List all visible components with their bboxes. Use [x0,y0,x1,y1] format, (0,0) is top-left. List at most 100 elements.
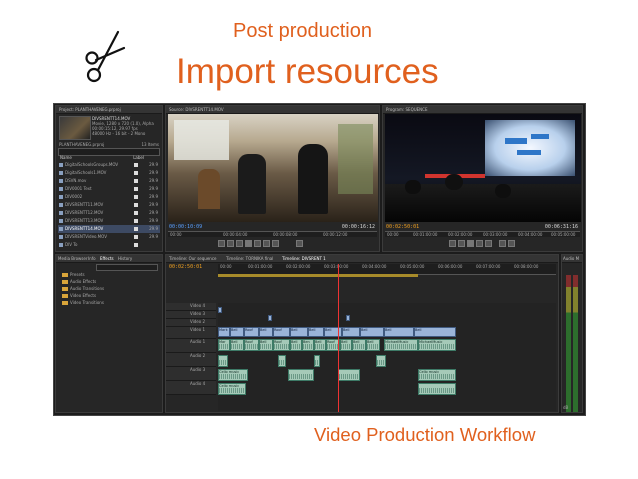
clip-video-1[interactable]: Bell [360,327,384,337]
clip-audio-3[interactable] [288,369,314,381]
preview-info-3: 48000 Hz - 16 bit - 2 Mono [92,131,146,136]
column-name[interactable]: Name [60,155,72,160]
clip-audio-1[interactable]: Ben [302,339,314,351]
clip-video-1[interactable]: Bell [290,327,308,337]
tab-timeline-3[interactable]: Timeline: DIVSRENT 1 [282,256,326,261]
column-label[interactable]: Label [133,155,144,160]
program-monitor: Program: SEQUENCE 00:02:50:01 00:06:31:1… [382,105,583,252]
clip-video-3[interactable] [346,315,350,321]
list-item[interactable]: DIV0002 29.9 [58,193,160,201]
tab-effects[interactable]: Effects [100,256,114,261]
clip-audio-1[interactable]: Bell [352,339,366,351]
effects-panel: Media Browser Info Effects History Prese… [55,254,163,413]
clip-video-1[interactable]: Roof [273,327,290,337]
extract-button[interactable] [508,240,515,247]
clip-audio-2[interactable] [314,355,320,367]
timeline-timecode[interactable]: 00:02:50:01 [169,264,202,270]
clip-video-1[interactable]: Bell [324,327,342,337]
list-item[interactable]: DIVSRENTT13.MOV 29.9 [58,217,160,225]
source-timecode[interactable]: 00:00:10:09 [169,224,202,230]
clip-video-1[interactable]: Bell [259,327,273,337]
playhead[interactable] [338,264,339,412]
clip-video-1[interactable]: Bell [414,327,456,337]
source-video-frame [168,114,378,222]
overwrite-button[interactable] [272,240,279,247]
clip-audio-1[interactable]: Bell [314,339,326,351]
tab-info[interactable]: Info [88,256,96,261]
clip-audio-1[interactable]: Bell [290,339,302,351]
list-item[interactable]: DigitalSchools1.MOV 29.9 [58,169,160,177]
clip-video-1[interactable]: Bell [342,327,360,337]
list-item[interactable]: DIVSRENTT12.MOV 29.9 [58,209,160,217]
clip-video-1[interactable]: Bell [384,327,414,337]
clip-audio-1[interactable]: Bell [366,339,380,351]
clip-audio-2[interactable] [278,355,286,367]
program-video-frame [385,114,581,222]
clip-audio-1[interactable]: Roof [244,339,259,351]
clip-audio-1[interactable]: Bell [259,339,273,351]
tab-program[interactable]: Program: SEQUENCE [386,107,427,112]
play-button[interactable] [467,240,474,247]
clip-video-1[interactable]: Roof [244,327,259,337]
lift-button[interactable] [499,240,506,247]
tab-audio-meters[interactable]: Audio M [563,256,579,261]
step-forward-button[interactable] [254,240,261,247]
clip-audio-4[interactable]: Cello music [218,383,246,395]
clip-video-1[interactable]: Bell [308,327,324,337]
mark-out-button[interactable] [227,240,234,247]
effects-search-input[interactable] [96,264,158,271]
clip-audio-4[interactable] [418,383,456,395]
clip-audio-1[interactable]: Bell [340,339,352,351]
mark-in-button[interactable] [218,240,225,247]
list-item-selected[interactable]: DIVSRENTT14.MOV 29.9 [58,225,160,233]
track-audio-1[interactable]: Audio 1 [166,339,216,353]
tab-media-browser[interactable]: Media Browser [58,256,88,261]
step-forward-button[interactable] [476,240,483,247]
track-video-4[interactable]: Video 4 [166,303,216,311]
clip-audio-3[interactable] [338,369,360,381]
program-timecode[interactable]: 00:02:50:01 [386,224,419,230]
work-area-bar[interactable] [218,274,418,277]
clip-audio-1[interactable]: Bell [230,339,244,351]
clip-audio-1[interactable]: Roof [273,339,290,351]
clip-video-4[interactable] [218,307,222,313]
clip-audio-3[interactable]: Cello music [418,369,456,381]
export-frame-button[interactable] [296,240,303,247]
project-search-input[interactable] [58,148,160,156]
premiere-screenshot: Project: PLANTHAVENEG.prproj DIVSRENTT14… [53,103,586,416]
list-item[interactable]: DigitalSchoolsGroups.MOV 29.9 [58,161,160,169]
tab-source[interactable]: Source: DIVSRENTT14.MOV [169,107,224,112]
tab-timeline-1[interactable]: Timeline: Our sequence [169,256,217,261]
clip-audio-2[interactable] [376,355,386,367]
track-video-3[interactable]: Video 3 [166,311,216,319]
step-back-button[interactable] [236,240,243,247]
play-button[interactable] [245,240,252,247]
list-item[interactable]: DIV0001 Text 29.9 [58,185,160,193]
program-ruler[interactable]: 00:00 00:01:00:00 00:02:00:00 00:03:00:0… [385,231,580,237]
track-video-2[interactable]: Video 2 [166,319,216,327]
source-ruler[interactable]: 00:00 00:00:04:00 00:00:08:00 00:00:12:0… [168,231,377,237]
track-audio-2[interactable]: Audio 2 [166,353,216,367]
track-video-1[interactable]: Video 1 [166,327,216,339]
clip-audio-1[interactable]: Mar [218,339,230,351]
go-to-out-button[interactable] [485,240,492,247]
clip-video-3[interactable] [268,315,272,321]
tab-history[interactable]: History [118,256,132,261]
tab-project[interactable]: Project: PLANTHAVENEG.prproj [59,107,121,112]
clip-audio-2[interactable] [218,355,228,367]
insert-button[interactable] [263,240,270,247]
step-back-button[interactable] [458,240,465,247]
clip-audio-3[interactable]: Cello music [218,369,248,381]
list-item[interactable]: DIVSRENTT11.MOV 29.9 [58,201,160,209]
clip-video-1[interactable]: Bell [230,327,244,337]
go-to-in-button[interactable] [449,240,456,247]
track-audio-3[interactable]: Audio 3 [166,367,216,381]
track-audio-4[interactable]: Audio 4 [166,381,216,395]
tab-timeline-2[interactable]: Timeline: TORNIKA final [226,256,273,261]
clip-audio-1[interactable]: MichaelMusic [418,339,456,351]
list-item[interactable]: DSVN.mov 29.9 [58,177,160,185]
clip-audio-1[interactable]: MichaelMusic [384,339,418,351]
clip-video-1[interactable]: Mark [218,327,230,337]
list-item[interactable]: DIVSRENTVideo.MOV 29.9 [58,233,160,241]
list-item[interactable]: DIV To [58,241,160,249]
